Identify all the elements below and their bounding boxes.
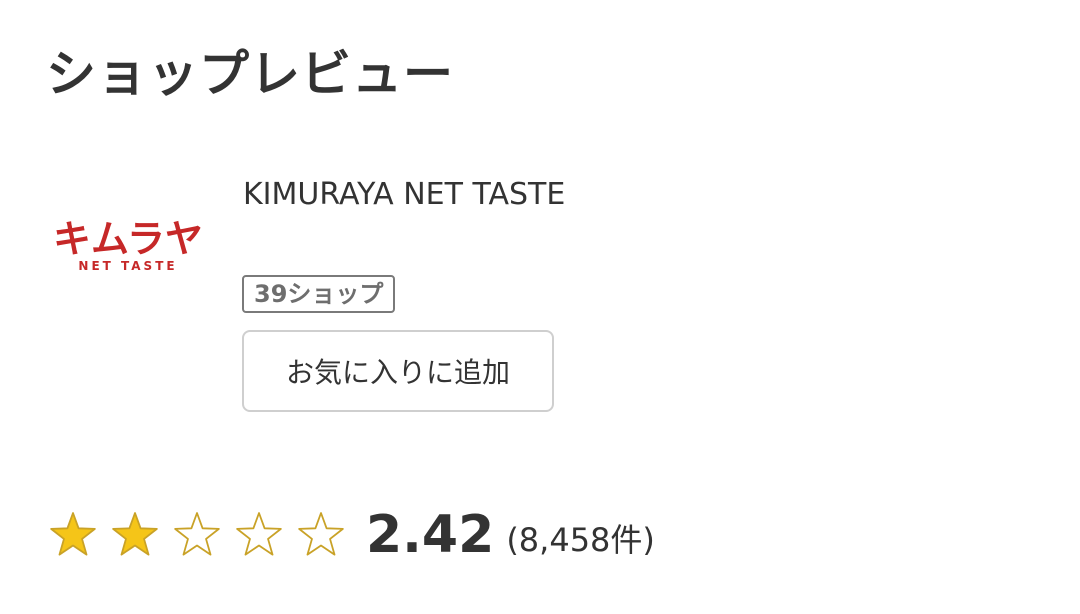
- rating-summary: 2.42 (8,458件): [48, 500, 655, 570]
- review-count[interactable]: (8,458件): [506, 495, 655, 575]
- page-title: ショップレビュー: [46, 45, 454, 103]
- star-empty-icon: [298, 512, 344, 556]
- shop-name[interactable]: KIMURAYA NET TASTE: [243, 176, 565, 214]
- add-to-favorites-button[interactable]: お気に入りに追加: [242, 330, 554, 412]
- shop-logo-text: キムラヤ: [53, 217, 203, 261]
- star-empty-icon: [174, 512, 220, 556]
- star-empty-icon: [236, 512, 282, 556]
- star-filled-icon: [50, 512, 96, 556]
- star-rating: [48, 510, 358, 560]
- rating-score: 2.42: [366, 505, 495, 565]
- shop-logo[interactable]: キムラヤ NET TASTE: [44, 212, 212, 276]
- star-filled-icon: [112, 512, 158, 556]
- shop-count-badge: 39ショップ: [242, 275, 396, 313]
- shop-logo-subtext: NET TASTE: [78, 259, 177, 273]
